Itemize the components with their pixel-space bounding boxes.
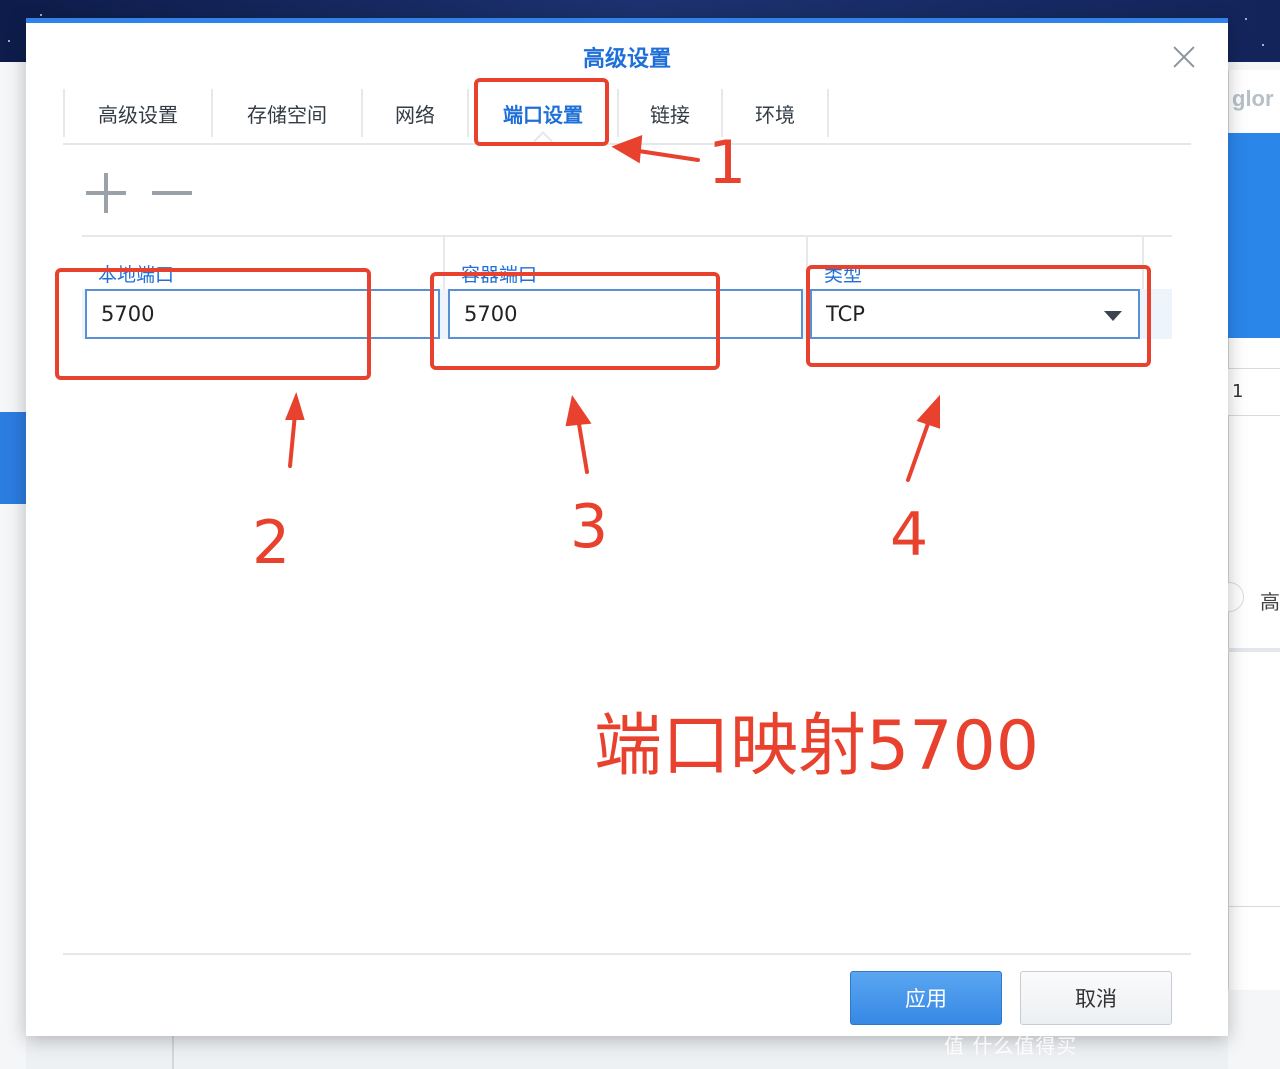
star xyxy=(40,14,42,16)
dialog-title: 高级设置 xyxy=(582,47,671,72)
background-window-title: glor xyxy=(1232,86,1274,111)
watermark: 值 什么值得买 xyxy=(944,1034,1078,1058)
background-left-panel xyxy=(0,62,26,1069)
annotation-number-3: 3 xyxy=(570,492,609,562)
tab-storage[interactable]: 存储空间 xyxy=(213,89,363,137)
star xyxy=(1245,18,1247,20)
annotation-box-tab xyxy=(474,78,609,146)
remove-port-button[interactable] xyxy=(152,173,192,213)
annotation-box-local-port xyxy=(55,268,371,380)
annotation-box-type xyxy=(806,265,1151,367)
apply-button[interactable]: 应用 xyxy=(850,971,1002,1025)
minus-icon xyxy=(152,191,192,195)
add-port-button[interactable] xyxy=(86,173,126,213)
annotation-number-1: 1 xyxy=(708,128,747,198)
annotation-box-container-port xyxy=(430,272,720,370)
background-divider xyxy=(172,1036,174,1069)
background-blue-banner xyxy=(1228,133,1280,338)
background-radio-label: 高 xyxy=(1260,590,1280,614)
plus-icon-stroke xyxy=(104,173,108,213)
tab-bar: 高级设置 存储空间 网络 端口设置 链接 环境 xyxy=(63,85,1191,145)
background-divider xyxy=(1228,906,1280,907)
tab-advanced-settings[interactable]: 高级设置 xyxy=(63,89,213,137)
tab-network[interactable]: 网络 xyxy=(363,89,469,137)
advanced-settings-dialog: 高级设置 高级设置 存储空间 网络 端口设置 链接 环境 本地端口 容器端口 类… xyxy=(26,18,1228,1036)
footer-divider xyxy=(63,953,1191,955)
annotation-number-2: 2 xyxy=(252,508,291,578)
star xyxy=(1262,44,1264,46)
background-divider xyxy=(1228,648,1280,652)
background-left-accent xyxy=(0,412,26,504)
background-field: 1 xyxy=(1228,368,1280,416)
annotation-number-4: 4 xyxy=(890,500,929,570)
cancel-button[interactable]: 取消 xyxy=(1020,971,1172,1025)
close-icon[interactable] xyxy=(1170,43,1198,71)
star xyxy=(8,40,10,42)
annotation-caption: 端口映射5700 xyxy=(594,707,1040,786)
